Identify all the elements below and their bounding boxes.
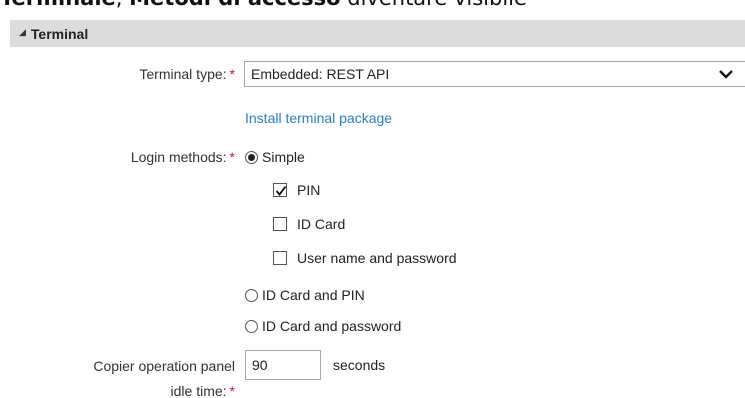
required-mark: * [229,383,235,398]
required-mark: * [229,66,235,82]
doc-text-clipped: Terminale, Metodi di accesso diventare v… [0,0,527,10]
checkbox-unchecked-icon[interactable] [273,217,287,231]
radio-id-card-pin[interactable]: ID Card and PIN [245,287,365,303]
idle-time-label-line2-text: idle time: [170,383,227,398]
checkbox-checked-icon[interactable] [273,183,287,197]
idle-time-unit: seconds [333,357,386,373]
radio-simple[interactable]: Simple [245,149,305,165]
idle-time-label-line1: Copier operation panel [93,358,235,374]
terminal-type-label: Terminal type: * [0,66,235,82]
radio-unselected-icon[interactable] [245,319,258,333]
radio-selected-icon[interactable] [245,150,258,164]
section-title: Terminal [30,25,89,42]
install-terminal-package-link[interactable]: Install terminal package [245,110,392,126]
checkbox-id-card-label: ID Card [297,216,346,232]
login-methods-label: Login methods: * [0,149,235,165]
radio-simple-label: Simple [262,149,305,165]
required-mark: * [229,149,235,165]
chevron-down-icon[interactable] [717,63,735,85]
login-methods-label-text: Login methods: [130,149,227,165]
checkbox-unchecked-icon[interactable] [273,251,287,265]
checkbox-username-password-label: User name and password [297,250,457,266]
checkbox-username-password[interactable]: User name and password [273,250,457,266]
radio-id-card-pin-label: ID Card and PIN [262,287,365,303]
idle-time-label-line2: idle time: * [0,383,235,398]
checkbox-pin[interactable]: PIN [273,182,320,198]
doc-sep: , [116,0,129,10]
terminal-type-label-text: Terminal type: [139,66,227,82]
doc-bold-terminale: Terminale [0,0,116,10]
terminal-type-select[interactable]: Embedded: REST API [244,61,745,87]
section-header-terminal[interactable]: ◢ Terminal [10,20,745,47]
checkbox-id-card[interactable]: ID Card [273,216,345,232]
checkbox-pin-label: PIN [297,182,321,198]
page: Terminale, Metodi di accesso diventare v… [0,0,745,398]
radio-id-card-password-label: ID Card and password [262,318,402,334]
idle-time-input[interactable]: 90 [245,350,321,380]
doc-bold-metodi: Metodi di accesso [129,0,340,10]
collapse-triangle-icon[interactable]: ◢ [19,29,26,38]
doc-rest: diventare visibile [341,0,527,10]
radio-id-card-password[interactable]: ID Card and password [245,318,401,334]
radio-unselected-icon[interactable] [245,288,258,302]
terminal-type-value: Embedded: REST API [251,66,390,82]
